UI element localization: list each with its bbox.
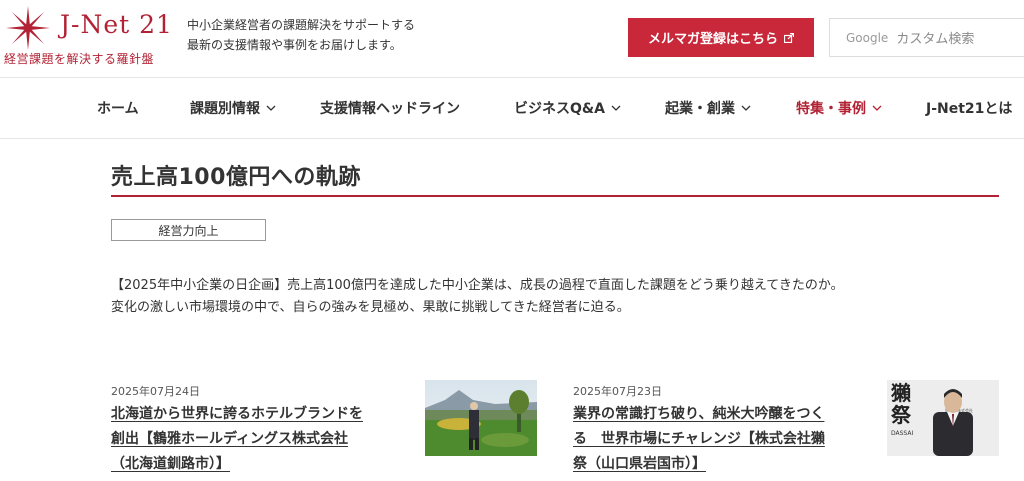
search-placeholder: カスタム検索 bbox=[896, 32, 975, 47]
thumbnail-logo-text: 獺 bbox=[890, 381, 911, 405]
nav-item-startup[interactable]: 起業・創業 bbox=[665, 98, 751, 118]
article-title-link[interactable]: 業界の常識打ち破り、純米大吟醸をつく る 世界市場にチャレンジ【株式会社獺 祭（… bbox=[573, 402, 873, 477]
chevron-down-icon bbox=[872, 105, 882, 111]
article-title-line: 業界の常識打ち破り、純米大吟醸をつく bbox=[573, 406, 825, 422]
nav-item-label: ホーム bbox=[97, 101, 139, 117]
external-link-icon bbox=[784, 32, 794, 43]
article-title-link[interactable]: 北海道から世界に誇るホテルブランドを 創出【鶴雅ホールディングス株式会社 （北海… bbox=[111, 402, 411, 477]
nav-item-about[interactable]: J-Net21とは bbox=[926, 98, 1012, 118]
nav-item-label: 起業・創業 bbox=[665, 101, 735, 117]
nav-item-business-qa[interactable]: ビジネスQ&A bbox=[514, 98, 621, 118]
category-tag[interactable]: 経営力向上 bbox=[111, 219, 266, 241]
google-brand-label: Google bbox=[846, 30, 889, 45]
chevron-down-icon bbox=[611, 105, 621, 111]
article-date: 2025年07月23日 bbox=[573, 385, 662, 398]
nav-item-label: ビジネスQ&A bbox=[514, 101, 605, 117]
newsletter-signup-button[interactable]: メルマガ登録はこちら bbox=[628, 18, 814, 57]
article-date: 2025年07月24日 bbox=[111, 385, 200, 398]
page-title: 売上高100億円への軌跡 bbox=[111, 165, 361, 190]
nav-item-label: 支援情報ヘッドライン bbox=[320, 101, 460, 117]
article-title-line: 祭（山口県岩国市）】 bbox=[573, 456, 706, 472]
thumbnail-logo-text: 祭 bbox=[890, 403, 912, 427]
newsletter-signup-label: メルマガ登録はこちら bbox=[647, 32, 778, 47]
header-lead-line: 最新の支援情報や事例をお届けします。 bbox=[187, 38, 402, 52]
site-header: J-Net 21 経営課題を解決する羅針盤 中小企業経営者の課題解決をサポートす… bbox=[0, 0, 1024, 76]
chevron-down-icon bbox=[741, 105, 751, 111]
nav-item-topics[interactable]: 課題別情報 bbox=[190, 98, 276, 118]
article-thumbnail[interactable]: 獺 祭 DASSAI 旭酒造株式会社 bbox=[887, 380, 999, 456]
nav-item-label: J-Net21とは bbox=[926, 101, 1013, 117]
search-input[interactable]: Google カスタム検索 bbox=[829, 18, 1024, 57]
global-nav: ホーム 課題別情報 支援情報ヘッドライン ビジネスQ&A 起業・創業 特集・事例… bbox=[0, 77, 1024, 139]
article-title-line: 北海道から世界に誇るホテルブランドを bbox=[111, 406, 363, 422]
header-lead-line: 中小企業経営者の課題解決をサポートする bbox=[187, 18, 416, 32]
nav-item-label: 特集・事例 bbox=[796, 101, 866, 117]
thumbnail-logo-text: DASSAI bbox=[891, 430, 913, 437]
article-title-line: （北海道釧路市）】 bbox=[111, 456, 230, 472]
intro-line: 変化の激しい市場環境の中で、自らの強みを見極め、果敢に挑戦してきた経営者に迫る。 bbox=[111, 300, 630, 315]
logo-name: J-Net 21 bbox=[60, 10, 173, 39]
site-logo[interactable]: J-Net 21 経営課題を解決する羅針盤 bbox=[4, 6, 172, 68]
title-divider bbox=[111, 195, 999, 197]
article-thumbnail[interactable] bbox=[425, 380, 537, 456]
article-card[interactable]: 2025年07月24日 北海道から世界に誇るホテルブランドを 創出【鶴雅ホールデ… bbox=[111, 380, 537, 481]
article-title-line: 創出【鶴雅ホールディングス株式会社 bbox=[111, 431, 349, 447]
intro-text: 【2025年中小企業の日企画】売上高100億円を達成した中小企業は、成長の過程で… bbox=[111, 275, 991, 319]
article-title-line: る 世界市場にチャレンジ【株式会社獺 bbox=[573, 431, 825, 447]
article-card[interactable]: 2025年07月23日 業界の常識打ち破り、純米大吟醸をつく る 世界市場にチャ… bbox=[573, 380, 999, 481]
chevron-down-icon bbox=[266, 105, 276, 111]
compass-star-icon bbox=[6, 6, 50, 50]
nav-item-support-headlines[interactable]: 支援情報ヘッドライン bbox=[320, 98, 460, 118]
nav-item-home[interactable]: ホーム bbox=[97, 98, 139, 118]
nav-item-features[interactable]: 特集・事例 bbox=[796, 98, 882, 118]
nav-item-label: 課題別情報 bbox=[190, 101, 260, 117]
intro-line: 【2025年中小企業の日企画】売上高100億円を達成した中小企業は、成長の過程で… bbox=[111, 278, 844, 293]
header-lead: 中小企業経営者の課題解決をサポートする 最新の支援情報や事例をお届けします。 bbox=[187, 15, 415, 55]
logo-tagline: 経営課題を解決する羅針盤 bbox=[4, 52, 155, 66]
